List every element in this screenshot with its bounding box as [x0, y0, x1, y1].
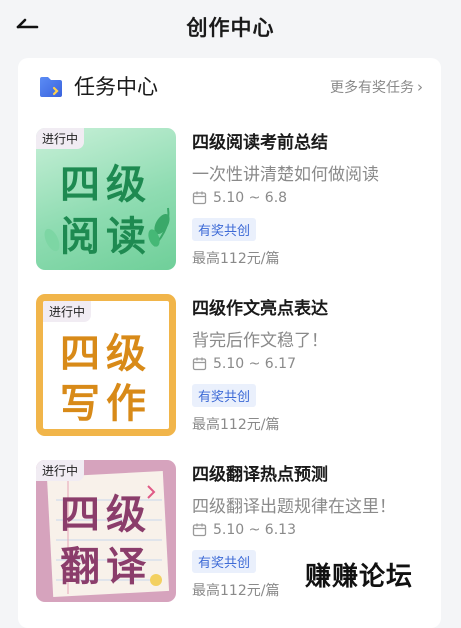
folder-icon — [40, 77, 62, 97]
task-title: 四级翻译热点预测 — [192, 465, 328, 485]
task-thumbnail: 进行中 四级 阅读 — [36, 128, 176, 270]
chevron-right-icon: › — [417, 78, 423, 96]
thumb-text-line2: 翻译 — [60, 544, 152, 590]
more-tasks-label: 更多有奖任务 — [330, 80, 414, 96]
task-date: 5.10 ~ 6.17 — [192, 356, 296, 372]
task-item[interactable]: 进行中 四级 阅读 四级阅读考前总结 一次性讲清楚如何做阅读 5.10 ~ 6.… — [36, 128, 436, 278]
task-date: 5.10 ~ 6.8 — [192, 190, 287, 206]
task-tag: 有奖共创 — [192, 218, 257, 241]
task-subtitle: 一次性讲清楚如何做阅读 — [192, 165, 379, 185]
section-header: 任务中心 更多有奖任务 › — [18, 58, 441, 120]
page-title: 创作中心 — [186, 16, 275, 40]
task-thumbnail: 进行中 四级 翻译 — [36, 460, 176, 602]
status-badge: 进行中 — [43, 301, 92, 322]
calendar-icon — [192, 523, 207, 537]
top-nav-bar: 创作中心 — [0, 0, 461, 58]
status-badge: 进行中 — [36, 128, 85, 149]
task-title: 四级阅读考前总结 — [192, 133, 328, 153]
task-subtitle: 背完后作文稳了！ — [192, 331, 328, 351]
thumb-text-line1: 四级 — [60, 162, 152, 208]
calendar-icon — [192, 357, 207, 371]
thumb-text-line1: 四级 — [60, 492, 152, 538]
status-badge: 进行中 — [36, 460, 85, 481]
task-price: 最高112元/篇 — [192, 417, 280, 433]
task-price: 最高112元/篇 — [192, 251, 280, 267]
watermark-text: 赚赚论坛 — [305, 562, 414, 592]
task-date-text: 5.10 ~ 6.17 — [213, 356, 296, 372]
thumb-text-line2: 阅读 — [60, 214, 152, 260]
task-center-card: 任务中心 更多有奖任务 › 进行中 四级 阅读 四级阅读考前总结 一次性讲清楚如何… — [18, 58, 441, 628]
more-tasks-link[interactable]: 更多有奖任务 › — [330, 77, 423, 97]
task-date-text: 5.10 ~ 6.13 — [213, 522, 296, 538]
task-tag: 有奖共创 — [192, 384, 257, 407]
task-date-text: 5.10 ~ 6.8 — [213, 190, 288, 206]
task-tag: 有奖共创 — [192, 550, 257, 573]
task-title: 四级作文亮点表达 — [192, 299, 328, 319]
task-item[interactable]: 进行中 四级 写作 四级作文亮点表达 背完后作文稳了！ 5.10 ~ 6.17 … — [36, 294, 436, 444]
task-subtitle: 四级翻译出题规律在这里！ — [192, 497, 396, 517]
calendar-icon — [192, 191, 207, 205]
section-title: 任务中心 — [74, 75, 158, 99]
thumb-text-line2: 写作 — [60, 381, 152, 427]
task-thumbnail: 进行中 四级 写作 — [36, 294, 176, 436]
task-date: 5.10 ~ 6.13 — [192, 522, 296, 538]
task-price: 最高112元/篇 — [192, 583, 280, 599]
